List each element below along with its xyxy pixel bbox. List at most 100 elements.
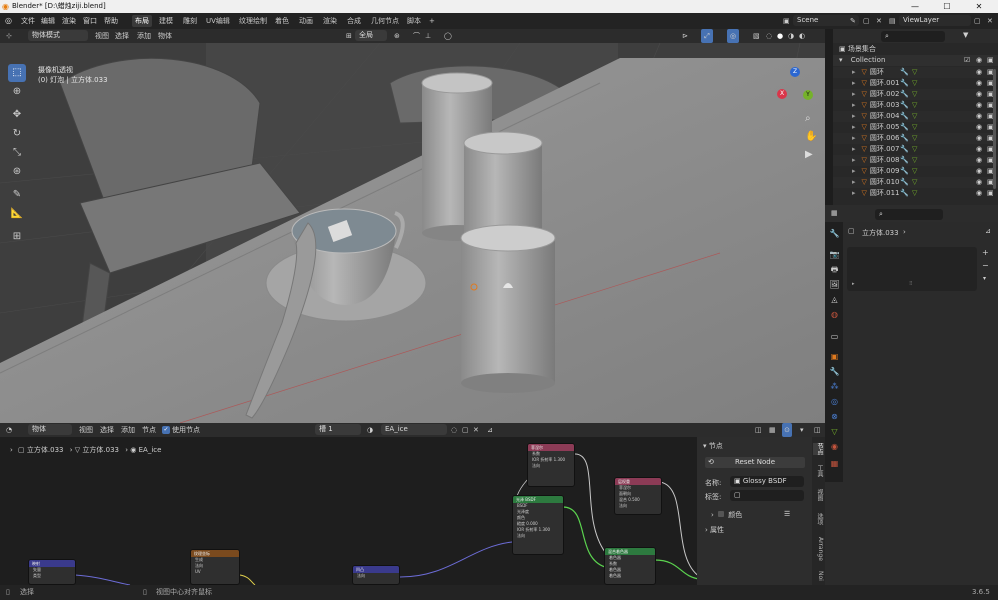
node-socket-label[interactable]: 法向 <box>615 503 661 509</box>
physics-properties-icon[interactable]: ◎ <box>829 396 840 407</box>
expand-arrow-icon[interactable]: ▸ <box>852 79 856 87</box>
new-scene-icon[interactable]: ▢ <box>863 13 870 29</box>
measure-tool-icon[interactable]: 📐 <box>8 205 26 223</box>
node-socket-label[interactable]: 法向 <box>513 533 563 539</box>
gizmo-y-axis[interactable]: Y <box>803 90 813 100</box>
editor-type-icon[interactable]: ⊹ <box>6 29 12 43</box>
tab-texture-paint[interactable]: 纹理绘制 <box>236 15 270 27</box>
expand-arrow-icon[interactable]: ▸ <box>852 178 856 186</box>
navigation-gizmo[interactable]: Z X Y <box>775 67 815 107</box>
visibility-eye-icon[interactable]: ◉ <box>976 144 982 155</box>
render-camera-icon[interactable]: ▣ <box>987 188 994 199</box>
delete-view-layer-icon[interactable]: ✕ <box>987 13 993 29</box>
xray-toggle-icon[interactable]: ▧ <box>753 29 760 43</box>
tab-node[interactable]: 节点 <box>813 443 824 455</box>
node-menu-view[interactable]: 视图 <box>79 423 93 437</box>
outliner-object-row[interactable]: ▸ ▽ 圆环.008 🔧 ▽ ◉ ▣ <box>833 155 998 166</box>
properties-section[interactable]: › 属性 <box>705 525 724 535</box>
node-snapping-icon[interactable]: ▦ <box>769 423 776 437</box>
scale-tool-icon[interactable]: ⤡ <box>8 144 26 162</box>
outliner-object-row[interactable]: ▸ ▽ 圆环.004 🔧 ▽ ◉ ▣ <box>833 111 998 122</box>
tab-geometry-nodes[interactable]: 几何节点 <box>368 15 402 27</box>
snap-node-icon[interactable]: ◫ <box>755 423 762 437</box>
proportional-edit-icon[interactable]: ◯ <box>444 29 452 43</box>
outliner-object-row[interactable]: ▸ ▽ 圆环.009 🔧 ▽ ◉ ▣ <box>833 166 998 177</box>
shader-node[interactable]: 映射 矢量 类型 <box>28 559 76 585</box>
menu-select[interactable]: 选择 <box>115 29 129 43</box>
shading-material-icon[interactable]: ◑ <box>788 29 794 43</box>
visibility-eye-icon[interactable]: ◉ <box>976 177 982 188</box>
material-name-field[interactable]: EA_ice <box>381 424 447 435</box>
shader-type-dropdown[interactable]: 物体 <box>28 424 72 435</box>
list-expand-icon[interactable]: ▸ <box>852 281 855 287</box>
menu-view[interactable]: 视图 <box>95 29 109 43</box>
outliner-object-row[interactable]: ▸ ▽ 圆环.001 🔧 ▽ ◉ ▣ <box>833 78 998 89</box>
cursor-tool-icon[interactable]: ⊕ <box>8 83 26 101</box>
outliner-object-row[interactable]: ▸ ▽ 圆环.007 🔧 ▽ ◉ ▣ <box>833 144 998 155</box>
tab-rendering[interactable]: 渲染 <box>320 15 340 27</box>
scene-collection-row[interactable]: ▣ 场景集合 <box>833 44 998 55</box>
expand-arrow-icon[interactable]: ▸ <box>852 156 856 164</box>
pivot-point-icon[interactable]: ⊛ <box>394 29 400 43</box>
object-mode-dropdown[interactable]: 物体模式 <box>28 30 88 41</box>
menu-render[interactable]: 渲染 <box>62 13 76 29</box>
node-wireframe-icon[interactable]: ◫ <box>814 423 821 437</box>
outliner-object-row[interactable]: ▸ ▽ 圆环.003 🔧 ▽ ◉ ▣ <box>833 100 998 111</box>
node-overlay-icon[interactable]: ⊙ <box>782 423 792 437</box>
rotate-tool-icon[interactable]: ↻ <box>8 125 26 143</box>
overlay-toggle-icon[interactable]: ◎ <box>727 29 739 43</box>
pin-icon[interactable]: ⊿ <box>985 227 991 235</box>
tab-options[interactable]: 选项 <box>813 513 824 525</box>
zoom-view-icon[interactable]: ⌕ <box>805 113 811 124</box>
expand-arrow-icon[interactable]: › <box>705 526 708 534</box>
visibility-eye-icon[interactable]: ◉ <box>976 188 982 199</box>
camera-view-icon[interactable]: ▶ <box>805 149 813 160</box>
node-overlay-options-icon[interactable]: ▾ <box>800 423 804 437</box>
select-box-tool-icon[interactable]: ⬚ <box>8 64 26 82</box>
remove-slot-button[interactable]: − <box>982 261 989 270</box>
tab-modeling[interactable]: 建模 <box>156 15 176 27</box>
delete-scene-icon[interactable]: ✕ <box>876 13 882 29</box>
expand-arrow-icon[interactable]: ▸ <box>852 123 856 131</box>
list-resize-handle[interactable]: ⠿ <box>909 281 913 287</box>
expand-arrow-icon[interactable]: ▸ <box>852 90 856 98</box>
tab-compositing[interactable]: 合成 <box>344 15 364 27</box>
shading-wireframe-icon[interactable]: ◌ <box>766 29 772 43</box>
render-properties-icon[interactable]: 📷 <box>829 249 840 260</box>
tab-shading[interactable]: 着色 <box>272 15 292 27</box>
color-section[interactable]: › 颜色 ☰ <box>711 510 801 520</box>
expand-arrow-icon[interactable]: ▸ <box>852 145 856 153</box>
outliner-scrollbar[interactable] <box>993 69 996 189</box>
expand-arrow-icon[interactable]: ▸ <box>852 68 856 76</box>
blender-menu-icon[interactable]: ◎ <box>5 13 12 29</box>
tab-scripting[interactable]: 脚本 <box>404 15 424 27</box>
material-slot-dropdown[interactable]: 槽 1 <box>315 424 361 435</box>
color-checkbox[interactable] <box>718 511 725 517</box>
properties-search-input[interactable]: ⌕ <box>875 209 943 220</box>
close-button[interactable]: ✕ <box>964 0 994 13</box>
tab-arrange[interactable]: Arrange <box>813 537 824 561</box>
node-socket-label[interactable]: 着色器 <box>605 573 655 579</box>
expand-arrow-icon[interactable]: › <box>711 511 714 519</box>
view-layer-properties-icon[interactable]: 🖼 <box>829 279 840 290</box>
tab-sculpting[interactable]: 雕刻 <box>180 15 200 27</box>
annotate-tool-icon[interactable]: ✎ <box>8 186 26 204</box>
visibility-eye-icon[interactable]: ◉ <box>976 111 982 122</box>
node-menu-add[interactable]: 添加 <box>121 423 135 437</box>
pan-view-icon[interactable]: ✋ <box>805 131 817 142</box>
world-properties-icon[interactable]: ◍ <box>829 309 840 320</box>
tab-animation[interactable]: 动画 <box>296 15 316 27</box>
material-properties-icon[interactable]: ◉ <box>829 441 840 452</box>
texture-properties-icon[interactable]: ▦ <box>829 458 840 469</box>
shader-node[interactable]: 层权重 菲涅尔 面朝向 混合 0.500 法向 <box>614 477 662 515</box>
add-workspace-button[interactable]: + <box>426 15 438 27</box>
node-menu-select[interactable]: 选择 <box>100 423 114 437</box>
transform-tool-icon[interactable]: ⊛ <box>8 163 26 181</box>
node-socket-label[interactable]: 法向 <box>528 463 574 469</box>
shading-rendered-icon[interactable]: ◐ <box>799 29 805 43</box>
tab-layout[interactable]: 布局 <box>132 15 152 27</box>
menu-file[interactable]: 文件 <box>21 13 35 29</box>
node-socket-label[interactable]: UV <box>191 569 239 575</box>
expand-arrow-icon[interactable]: ▸ <box>852 189 856 197</box>
material-browse-icon[interactable]: ◑ <box>367 423 373 437</box>
